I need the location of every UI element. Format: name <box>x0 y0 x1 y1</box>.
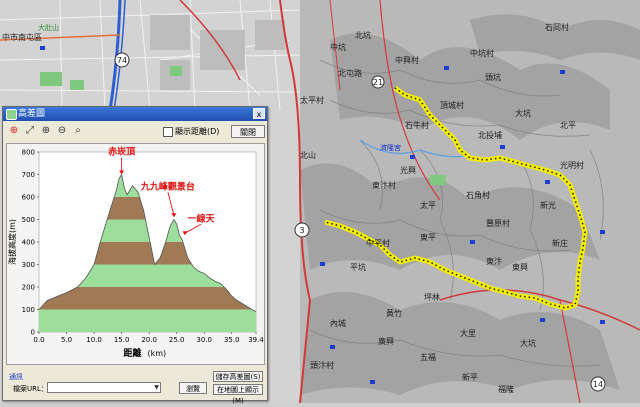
map-label: 北平 <box>560 121 576 130</box>
map-label: 北投埔 <box>478 130 502 140</box>
pointer-icon[interactable]: ⤢ <box>23 124 37 138</box>
route-shield-21: 21 <box>371 75 385 89</box>
x-axis-label: 距離 <box>123 347 141 359</box>
x-tick-label: 15.0 <box>114 336 130 344</box>
window-close-button[interactable]: x <box>253 108 265 119</box>
map-label: 中平村 <box>366 238 390 248</box>
elevation-band <box>39 309 256 332</box>
url-input[interactable] <box>47 382 161 393</box>
close-button[interactable]: 關閉 <box>231 125 265 138</box>
y-tick-label: 300 <box>22 261 35 269</box>
map-label: 坪林 <box>424 292 440 302</box>
browse-button[interactable]: 瀏覽 <box>179 382 207 394</box>
map-label: 東興 <box>512 262 528 272</box>
x-tick-label: 0.0 <box>33 336 44 344</box>
zoom-out-icon[interactable]: ⊖ <box>55 124 69 138</box>
y-tick-label: 600 <box>22 194 35 202</box>
x-tick-label: 39.4 <box>248 336 264 344</box>
x-tick-label: 10.0 <box>86 336 102 344</box>
annotation-label: 九九峰觀景台 <box>140 180 195 192</box>
y-tick-label: 400 <box>22 239 35 247</box>
y-tick-label: 100 <box>22 306 35 314</box>
map-label: 北屯路 <box>338 68 362 78</box>
map-label: 石牛村 <box>405 120 429 130</box>
y-axis-label: 海拔高度(m) <box>7 219 17 265</box>
map-label: 光興 <box>400 165 416 175</box>
map-label: 石角村 <box>466 190 490 200</box>
map-label: 五福 <box>420 353 436 362</box>
map-label: 大坑 <box>520 338 536 348</box>
map-label: 太平 <box>420 200 436 210</box>
map-label: 東平 <box>420 232 436 242</box>
route-shield-74-label: 74 <box>117 56 127 65</box>
show-distance-checkbox[interactable] <box>163 127 173 137</box>
elevation-chart-svg: 01002003004005006007008000.0 5.0 10.0 15.0 2… <box>7 146 264 360</box>
x-tick-label: 20.0 <box>141 336 157 344</box>
map-label: 內城 <box>330 319 346 328</box>
elevation-profile-window[interactable]: 高差圖 x ⊕ ⤢ ⊕ ⊖ ⌕ 顯示距離(D) 關閉 0 100 200 300 400… <box>2 106 268 405</box>
route-shield-21-label: 21 <box>373 78 383 87</box>
annotation-label: 赤崁頂 <box>108 146 136 158</box>
map-label: 中坑村 <box>470 48 494 58</box>
map-label: 廣興 <box>378 336 394 346</box>
group-label: 通訊 <box>9 373 23 381</box>
map-label: 大坑 <box>515 108 531 118</box>
map-label: 中市南屯區 <box>2 32 42 42</box>
map-label: 大里 <box>460 328 476 338</box>
route-shield-74: 74 <box>114 52 130 68</box>
map-label: 黃竹 <box>386 308 402 318</box>
map-label: 北山 <box>300 150 316 160</box>
window-title: 高差圖 <box>18 109 46 119</box>
x-tick-label: 5.0 <box>61 336 72 344</box>
annotation-label: 一線天 <box>187 212 215 224</box>
save-profile-button[interactable]: 儲存高差圖(S) <box>213 371 263 382</box>
y-tick-label: 700 <box>22 171 35 179</box>
profile-toolbar: ⊕ ⤢ ⊕ ⊖ ⌕ 顯示距離(D) 關閉 <box>5 123 265 141</box>
map-label: 太平村 <box>300 95 324 105</box>
elevation-chart[interactable]: 0 100 200 300 400 500 600 700 800 0.0 5.0 10.0 15.0 2… <box>6 143 265 365</box>
profile-window-icon <box>6 109 17 120</box>
window-titlebar[interactable]: 高差圖 x <box>3 107 267 121</box>
x-axis-unit: (km) <box>148 349 167 358</box>
map-label: 大肚山 <box>38 23 59 32</box>
route-shield-3-label: 3 <box>299 226 304 235</box>
map-label: 光明村 <box>560 160 584 170</box>
map-label: 頭坑 <box>485 72 501 82</box>
show-distance-label: 顯示距離(D) <box>175 127 220 136</box>
route-shield-14: 14 <box>590 376 606 392</box>
map-label: 東汴村 <box>372 180 396 190</box>
profile-bottom-panel: 通訊 檔案URL： ▼ 瀏覽 儲存高差圖(S) 在地圖上顯示(M) <box>3 369 267 405</box>
y-tick-label: 800 <box>22 149 35 157</box>
map-label: 新光 <box>540 200 556 210</box>
map-label: 豐原村 <box>486 218 510 228</box>
x-tick-label: 25.0 <box>169 336 185 344</box>
route-shield-3: 3 <box>294 222 310 238</box>
y-tick-label: 200 <box>22 284 35 292</box>
x-tick-label: 35.0 <box>224 336 240 344</box>
map-label: 濟隆宮 <box>380 143 401 152</box>
map-label: 東汴 <box>486 256 502 266</box>
map-label: 中坑 <box>330 42 346 52</box>
url-label: 檔案URL： <box>13 385 48 393</box>
map-label: 北坑 <box>355 30 371 40</box>
y-tick-label: 500 <box>22 216 35 224</box>
map-label: 頭汴村 <box>310 360 334 370</box>
map-label: 新平 <box>462 372 478 382</box>
map-label: 頂城村 <box>440 100 464 110</box>
map-label: 平坑 <box>350 262 366 272</box>
map-label: 新庄 <box>552 238 568 248</box>
map-label: 中興村 <box>395 55 419 65</box>
show-on-map-button[interactable]: 在地圖上顯示(M) <box>213 384 263 405</box>
x-tick-label: 30.0 <box>196 336 212 344</box>
map-label: 福隆 <box>498 384 514 394</box>
crosshair-icon[interactable]: ⊕ <box>7 124 21 138</box>
zoom-fit-icon[interactable]: ⌕ <box>71 124 85 138</box>
zoom-in-icon[interactable]: ⊕ <box>39 124 53 138</box>
map-label: 石岡村 <box>545 22 569 32</box>
route-shield-14-label: 14 <box>593 380 603 389</box>
url-dropdown-icon[interactable]: ▼ <box>153 383 160 392</box>
